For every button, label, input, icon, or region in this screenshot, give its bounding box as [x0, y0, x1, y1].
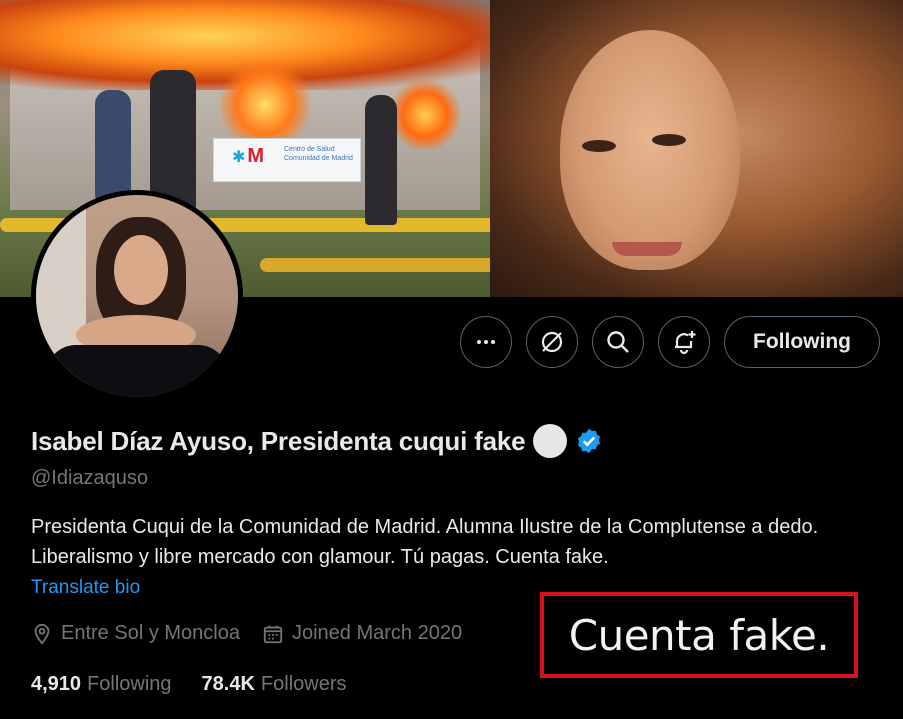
- banner-eye: [582, 140, 616, 152]
- following-button[interactable]: Following: [724, 316, 880, 368]
- avatar-dress: [46, 345, 228, 397]
- banner-eye: [652, 134, 686, 146]
- profile-stats: 4,910 Following 78.4K Followers: [31, 673, 377, 696]
- calendar-icon: [263, 625, 283, 643]
- banner-firefighter: [150, 70, 196, 210]
- avatar-face: [114, 235, 168, 305]
- banner-health-center-sign: ✱ M Centro de Salud Comunidad de Madrid: [213, 138, 361, 182]
- banner-mouth: [612, 242, 682, 256]
- joined-text: Joined March 2020: [291, 622, 463, 644]
- profile-handle: @Idiazaquso: [31, 467, 149, 489]
- profile-name: Isabel Díaz Ayuso, Presidenta cuqui fake: [31, 425, 526, 456]
- madrid-logo: ✱ M: [232, 145, 265, 167]
- annotation-callout: Cuenta fake.: [540, 592, 858, 678]
- banner-firefighter: [95, 90, 131, 200]
- verified-badge-icon[interactable]: [575, 427, 603, 455]
- location-pin-icon: [34, 623, 50, 645]
- search-icon: [607, 331, 629, 353]
- profile-avatar[interactable]: [31, 190, 243, 402]
- annotation-text: Cuenta fake.: [568, 610, 830, 660]
- following-stat[interactable]: 4,910 Following: [31, 673, 172, 696]
- location-item: Entre Sol y Moncloa: [31, 622, 240, 645]
- avatar-photo: [36, 195, 238, 397]
- emoji-circle-icon: [533, 424, 568, 458]
- notifications-button[interactable]: [658, 316, 710, 368]
- location-text: Entre Sol y Moncloa: [61, 622, 240, 644]
- followers-count: 78.4K: [201, 673, 255, 695]
- grok-icon: [541, 331, 563, 353]
- profile-meta: Entre Sol y Moncloa Joined March 2020: [31, 622, 484, 645]
- grok-button[interactable]: [526, 316, 578, 368]
- banner-firefighter: [365, 95, 397, 225]
- profile-bio: Presidenta Cuqui de la Comunidad de Madr…: [31, 516, 819, 568]
- profile-name-row: Isabel Díaz Ayuso, Presidenta cuqui fake: [31, 424, 603, 458]
- more-button[interactable]: [460, 316, 512, 368]
- following-count: 4,910: [31, 673, 82, 695]
- joined-item: Joined March 2020: [262, 622, 462, 645]
- search-button[interactable]: [592, 316, 644, 368]
- following-label: Following: [87, 673, 172, 695]
- more-icon: [477, 340, 495, 344]
- followers-label: Followers: [260, 673, 347, 695]
- sign-text: Centro de Salud Comunidad de Madrid: [284, 146, 353, 162]
- banner-fire-window: [390, 80, 460, 150]
- banner-fire-window: [220, 60, 310, 150]
- followers-stat[interactable]: 78.4K Followers: [202, 673, 347, 696]
- translate-bio-link[interactable]: Translate bio: [31, 577, 140, 599]
- bell-plus-icon: [675, 331, 696, 355]
